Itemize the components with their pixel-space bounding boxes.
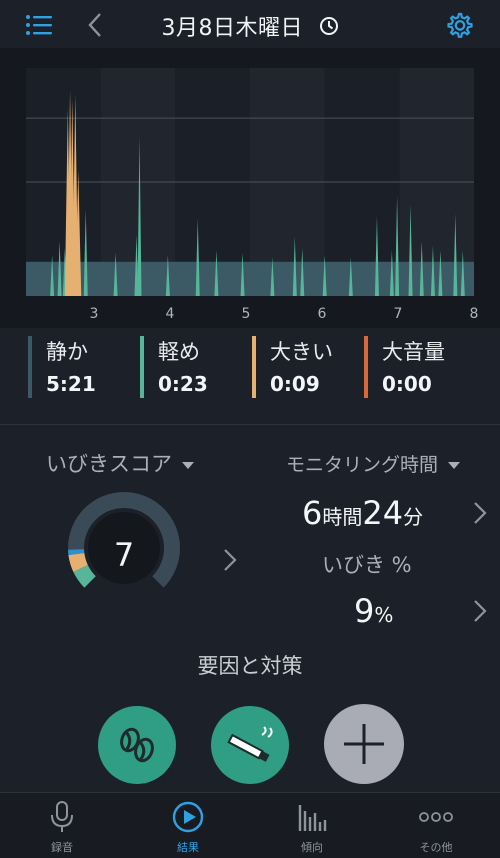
- tab-label: 傾向: [301, 841, 323, 854]
- tab-record[interactable]: 録音: [22, 801, 102, 855]
- legend-label: 大きい: [270, 340, 333, 364]
- bottom-tab-bar: 録音 結果 傾向 その他: [0, 792, 500, 858]
- play-circle-icon: [148, 801, 228, 833]
- duration-hours: 6: [302, 494, 323, 532]
- snore-score-value: 7: [113, 536, 135, 574]
- microphone-icon: [22, 801, 102, 833]
- clock-icon[interactable]: [319, 16, 339, 42]
- chevron-right-icon: [474, 502, 487, 524]
- caret-down-icon: [182, 461, 194, 469]
- monitoring-dropdown[interactable]: モニタリング時間: [286, 450, 461, 477]
- gear-icon[interactable]: [444, 10, 474, 40]
- date-title: 3月8日木曜日: [161, 16, 303, 41]
- legend-value: 0:23: [158, 372, 208, 396]
- cigarette-icon: [227, 726, 273, 762]
- factor-coffee-button[interactable]: [98, 706, 176, 784]
- factor-smoking-button[interactable]: [211, 706, 289, 784]
- legend-label: 静か: [46, 340, 88, 364]
- quiet-baseline: [26, 261, 474, 296]
- sleep-sound-chart: 3 4 5 6 7 8: [0, 48, 500, 328]
- x-tick: 7: [393, 306, 403, 322]
- legend-value: 0:00: [382, 372, 432, 396]
- legend-swatch: [252, 336, 256, 398]
- legend-swatch: [364, 336, 368, 398]
- duration-minutes-unit: 分: [403, 505, 424, 529]
- tab-label: その他: [419, 841, 453, 854]
- snore-percent-label: いびき %: [322, 553, 412, 577]
- x-tick: 6: [317, 306, 327, 322]
- x-tick: 4: [165, 306, 175, 322]
- plus-icon: [344, 724, 384, 764]
- snore-percent-detail-button[interactable]: [470, 596, 490, 626]
- chart-canvas: [26, 68, 474, 296]
- factor-add-button[interactable]: [324, 704, 404, 784]
- tab-trends[interactable]: 傾向: [272, 801, 352, 855]
- chevron-right-icon: [224, 549, 237, 571]
- coffee-beans-icon: [120, 727, 154, 763]
- tab-more[interactable]: その他: [396, 801, 476, 855]
- x-tick: 5: [241, 306, 251, 322]
- caret-down-icon: [448, 462, 461, 469]
- legend-value: 0:09: [270, 372, 320, 396]
- score-dropdown[interactable]: いびきスコア: [46, 448, 194, 478]
- score-title-label: いびきスコア: [46, 452, 172, 476]
- legend-value: 5:21: [46, 372, 96, 396]
- header: 3月8日木曜日: [0, 0, 500, 48]
- score-detail-button[interactable]: [220, 545, 240, 575]
- duration-hours-unit: 時間: [322, 505, 363, 529]
- snore-percent: 9%: [354, 592, 393, 630]
- factors-heading: 要因と対策: [197, 654, 303, 678]
- tab-results[interactable]: 結果: [148, 801, 228, 855]
- snore-percent-unit: %: [374, 603, 394, 627]
- duration-minutes: 24: [362, 494, 404, 532]
- legend-label: 軽め: [158, 340, 200, 364]
- x-tick: 3: [89, 306, 99, 322]
- volume-legend: 静か 5:21 軽め 0:23 大きい 0:09 大音量 0:00: [0, 336, 500, 402]
- monitoring-duration: 6時間24分: [302, 494, 423, 532]
- x-tick: 8: [469, 306, 479, 322]
- duration-detail-button[interactable]: [470, 498, 490, 528]
- monitoring-title-label: モニタリング時間: [286, 454, 439, 476]
- tab-label: 録音: [51, 841, 73, 854]
- section-divider: [0, 424, 500, 425]
- more-dots-icon: [396, 801, 476, 833]
- tab-label: 結果: [177, 841, 199, 854]
- bar-chart-icon: [272, 801, 352, 833]
- legend-swatch: [140, 336, 144, 398]
- snore-percent-value: 9: [354, 592, 375, 630]
- legend-label: 大音量: [382, 340, 445, 364]
- chevron-right-icon: [474, 600, 487, 622]
- page-title: 3月8日木曜日: [0, 10, 500, 42]
- legend-swatch: [28, 336, 32, 398]
